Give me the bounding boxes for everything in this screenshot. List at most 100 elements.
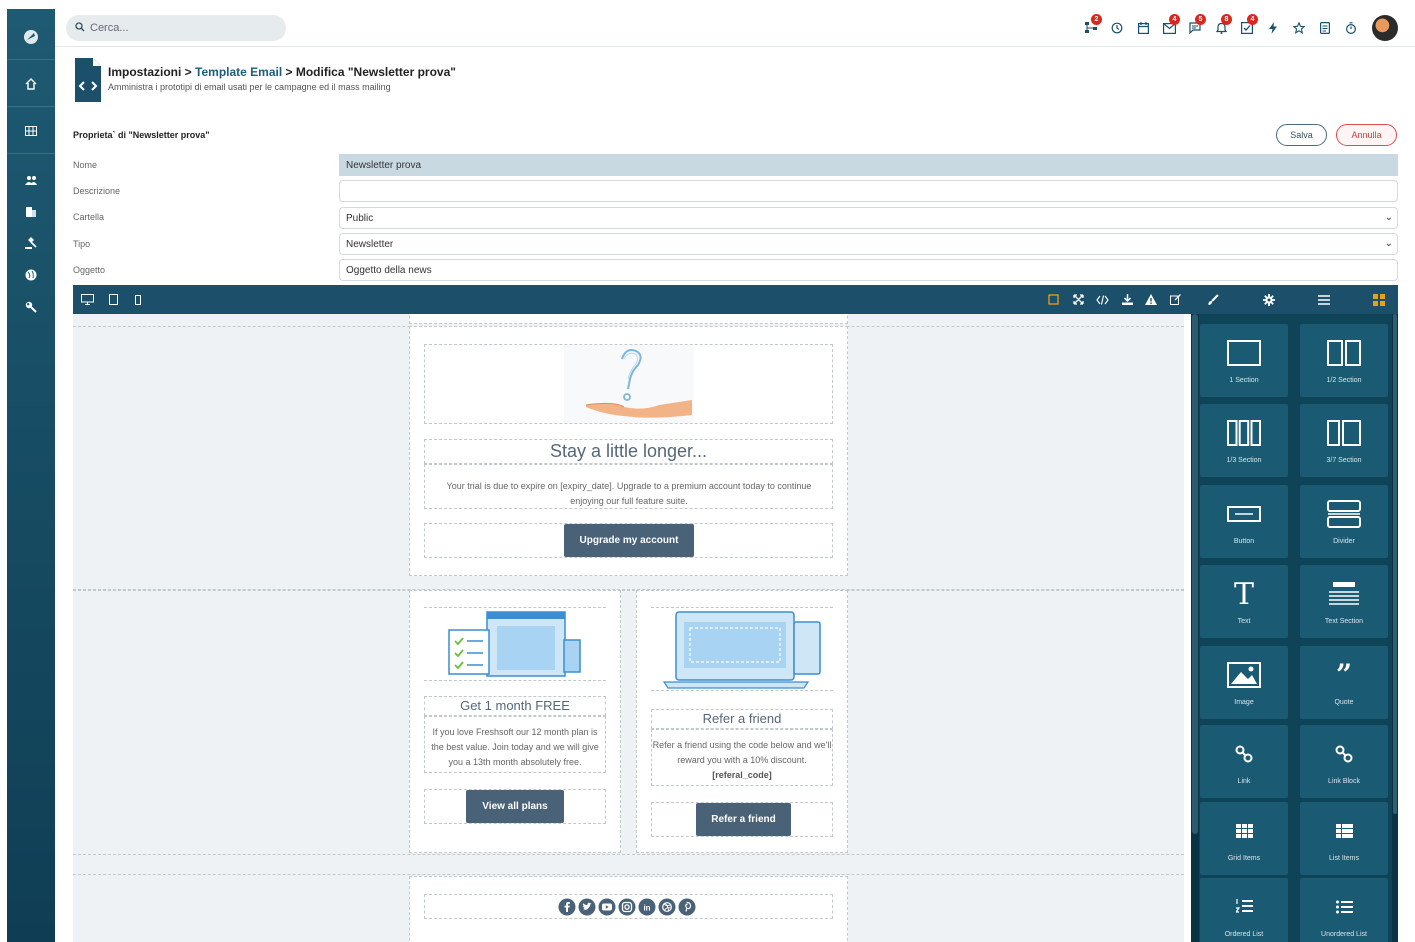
block-text-section[interactable]: Text Section [1300, 565, 1388, 638]
two-column-section[interactable] [73, 590, 1184, 855]
descrizione-label: Descrizione [73, 186, 121, 196]
block-one-section[interactable]: 1 Section [1200, 324, 1288, 397]
social-icons-row: in [558, 898, 696, 916]
block-link[interactable]: Link [1200, 725, 1288, 798]
link-block-block-icon [1300, 737, 1388, 771]
gavel-icon[interactable] [7, 231, 55, 255]
pinterest-icon[interactable] [678, 898, 696, 916]
settings-gear-icon[interactable] [1260, 291, 1278, 308]
wrench-icon[interactable] [7, 295, 55, 319]
block-three-seven-section[interactable]: 3/7 Section [1300, 404, 1388, 477]
descrizione-field[interactable] [339, 180, 1398, 202]
layer-manager-icon[interactable] [1315, 291, 1333, 308]
column-2-image-block[interactable] [651, 607, 833, 691]
block-link-block[interactable]: Link Block [1300, 725, 1388, 798]
column-1-text-block[interactable]: If you love Freshsoft our 12 month plan … [424, 716, 606, 773]
column-2-button-block[interactable]: Refer a friend [651, 802, 833, 837]
history-icon[interactable] [1104, 16, 1130, 40]
block-unordered-list[interactable]: Unordered List [1300, 878, 1388, 942]
nome-field[interactable]: Newsletter prova [339, 154, 1398, 176]
facebook-icon[interactable] [558, 898, 576, 916]
search-input[interactable]: Cerca... [66, 15, 286, 41]
block-label: Button [1233, 538, 1255, 545]
calendar-icon[interactable] [1130, 16, 1156, 40]
block-half-section[interactable]: 1/2 Section [1300, 324, 1388, 397]
star-icon[interactable] [1286, 16, 1312, 40]
download-icon[interactable] [1118, 291, 1136, 308]
email-top-remnant[interactable] [409, 314, 848, 324]
org-chart-icon[interactable]: 2 [1078, 14, 1104, 40]
cancel-button[interactable]: Annulla [1336, 124, 1397, 146]
refer-a-friend-button[interactable]: Refer a friend [696, 803, 791, 836]
youtube-icon[interactable] [598, 898, 616, 916]
bell-icon[interactable]: 8 [1208, 14, 1234, 40]
column-1-image-block[interactable] [424, 607, 606, 681]
blocks-manager-icon[interactable] [1370, 291, 1388, 308]
list-items-icon [1300, 814, 1388, 848]
edit-icon[interactable] [1166, 291, 1184, 308]
code-view-icon[interactable] [1093, 291, 1111, 308]
hero-button-block[interactable]: Upgrade my account [424, 523, 833, 558]
tablet-view-icon[interactable] [104, 291, 122, 308]
block-quote[interactable]: ” Quote [1300, 646, 1388, 719]
contacts-icon[interactable] [7, 168, 55, 192]
fullscreen-icon[interactable] [1069, 291, 1087, 308]
block-grid-items[interactable]: Grid Items [1200, 802, 1288, 875]
app-logo-icon[interactable] [7, 25, 55, 49]
social-cell[interactable]: in [409, 876, 848, 942]
breadcrumb-root[interactable]: Impostazioni [108, 65, 181, 79]
twitter-icon[interactable] [578, 898, 596, 916]
block-text[interactable]: T Text [1200, 565, 1288, 638]
style-manager-icon[interactable] [1204, 291, 1222, 308]
column-1-cell[interactable]: Get 1 month FREE If you love Freshsoft o… [409, 590, 621, 853]
hero-image-block[interactable] [424, 344, 833, 424]
hero-text-block[interactable]: Your trial is due to expire on [expiry_d… [424, 464, 833, 509]
tipo-select[interactable]: Newsletter ⌄ [339, 233, 1398, 255]
block-divider[interactable]: Divider [1300, 485, 1388, 558]
grid-apps-icon[interactable] [7, 119, 55, 143]
column-2-title-block[interactable]: Refer a friend [651, 709, 833, 729]
mobile-view-icon[interactable] [129, 291, 147, 308]
home-icon[interactable] [7, 72, 55, 96]
social-icons-block[interactable]: in [424, 894, 833, 919]
timer-icon[interactable] [1338, 16, 1364, 40]
breadcrumb-link-template-email[interactable]: Template Email [195, 65, 282, 79]
column-2-text-block[interactable]: Refer a friend using the code below and … [651, 729, 833, 786]
upgrade-account-button[interactable]: Upgrade my account [564, 524, 694, 557]
document-icon[interactable] [1312, 16, 1338, 40]
block-list-items[interactable]: List Items [1300, 802, 1388, 875]
column-1-button-block[interactable]: View all plans [424, 789, 606, 824]
block-ordered-list[interactable]: Ordered List [1200, 878, 1288, 942]
view-all-plans-button[interactable]: View all plans [466, 790, 564, 823]
companies-icon[interactable] [7, 199, 55, 223]
cartella-select[interactable]: Public ⌄ [339, 207, 1398, 229]
user-avatar[interactable] [1372, 15, 1398, 41]
chat-icon[interactable]: 5 [1182, 14, 1208, 40]
outline-toggle-icon[interactable] [1044, 291, 1062, 308]
save-button[interactable]: Salva [1276, 124, 1327, 146]
panel-scrollbar[interactable] [1392, 314, 1398, 942]
hero-cell[interactable]: Stay a little longer... Your trial is du… [409, 326, 848, 576]
linkedin-icon[interactable]: in [638, 898, 656, 916]
third-section-icon [1200, 416, 1288, 450]
globe-icon[interactable] [7, 263, 55, 287]
block-image[interactable]: Image [1200, 646, 1288, 719]
tasks-icon[interactable]: 4 [1234, 14, 1260, 40]
desktop-view-icon[interactable] [78, 291, 96, 308]
column-1-body-text: If you love Freshsoft our 12 month plan … [431, 727, 599, 767]
oggetto-field[interactable]: Oggetto della news [339, 259, 1398, 281]
mail-icon[interactable]: 4 [1156, 14, 1182, 40]
block-button[interactable]: Button [1200, 485, 1288, 558]
search-icon [75, 21, 85, 35]
instagram-icon[interactable] [618, 898, 636, 916]
canvas-scrollbar[interactable] [1191, 314, 1199, 942]
column-1-title-block[interactable]: Get 1 month FREE [424, 696, 606, 716]
dribbble-icon[interactable] [658, 898, 676, 916]
lightning-icon[interactable] [1260, 16, 1286, 40]
email-canvas[interactable]: Stay a little longer... Your trial is du… [73, 314, 1184, 942]
block-third-section[interactable]: 1/3 Section [1200, 404, 1288, 477]
hero-title-block[interactable]: Stay a little longer... [424, 439, 833, 464]
column-2-cell[interactable]: Refer a friend Refer a friend using the … [636, 590, 848, 853]
warning-icon[interactable] [1142, 291, 1160, 308]
blocks-panel: 1 Section 1/2 Section 1/3 Section 3/7 Se… [1191, 314, 1398, 942]
